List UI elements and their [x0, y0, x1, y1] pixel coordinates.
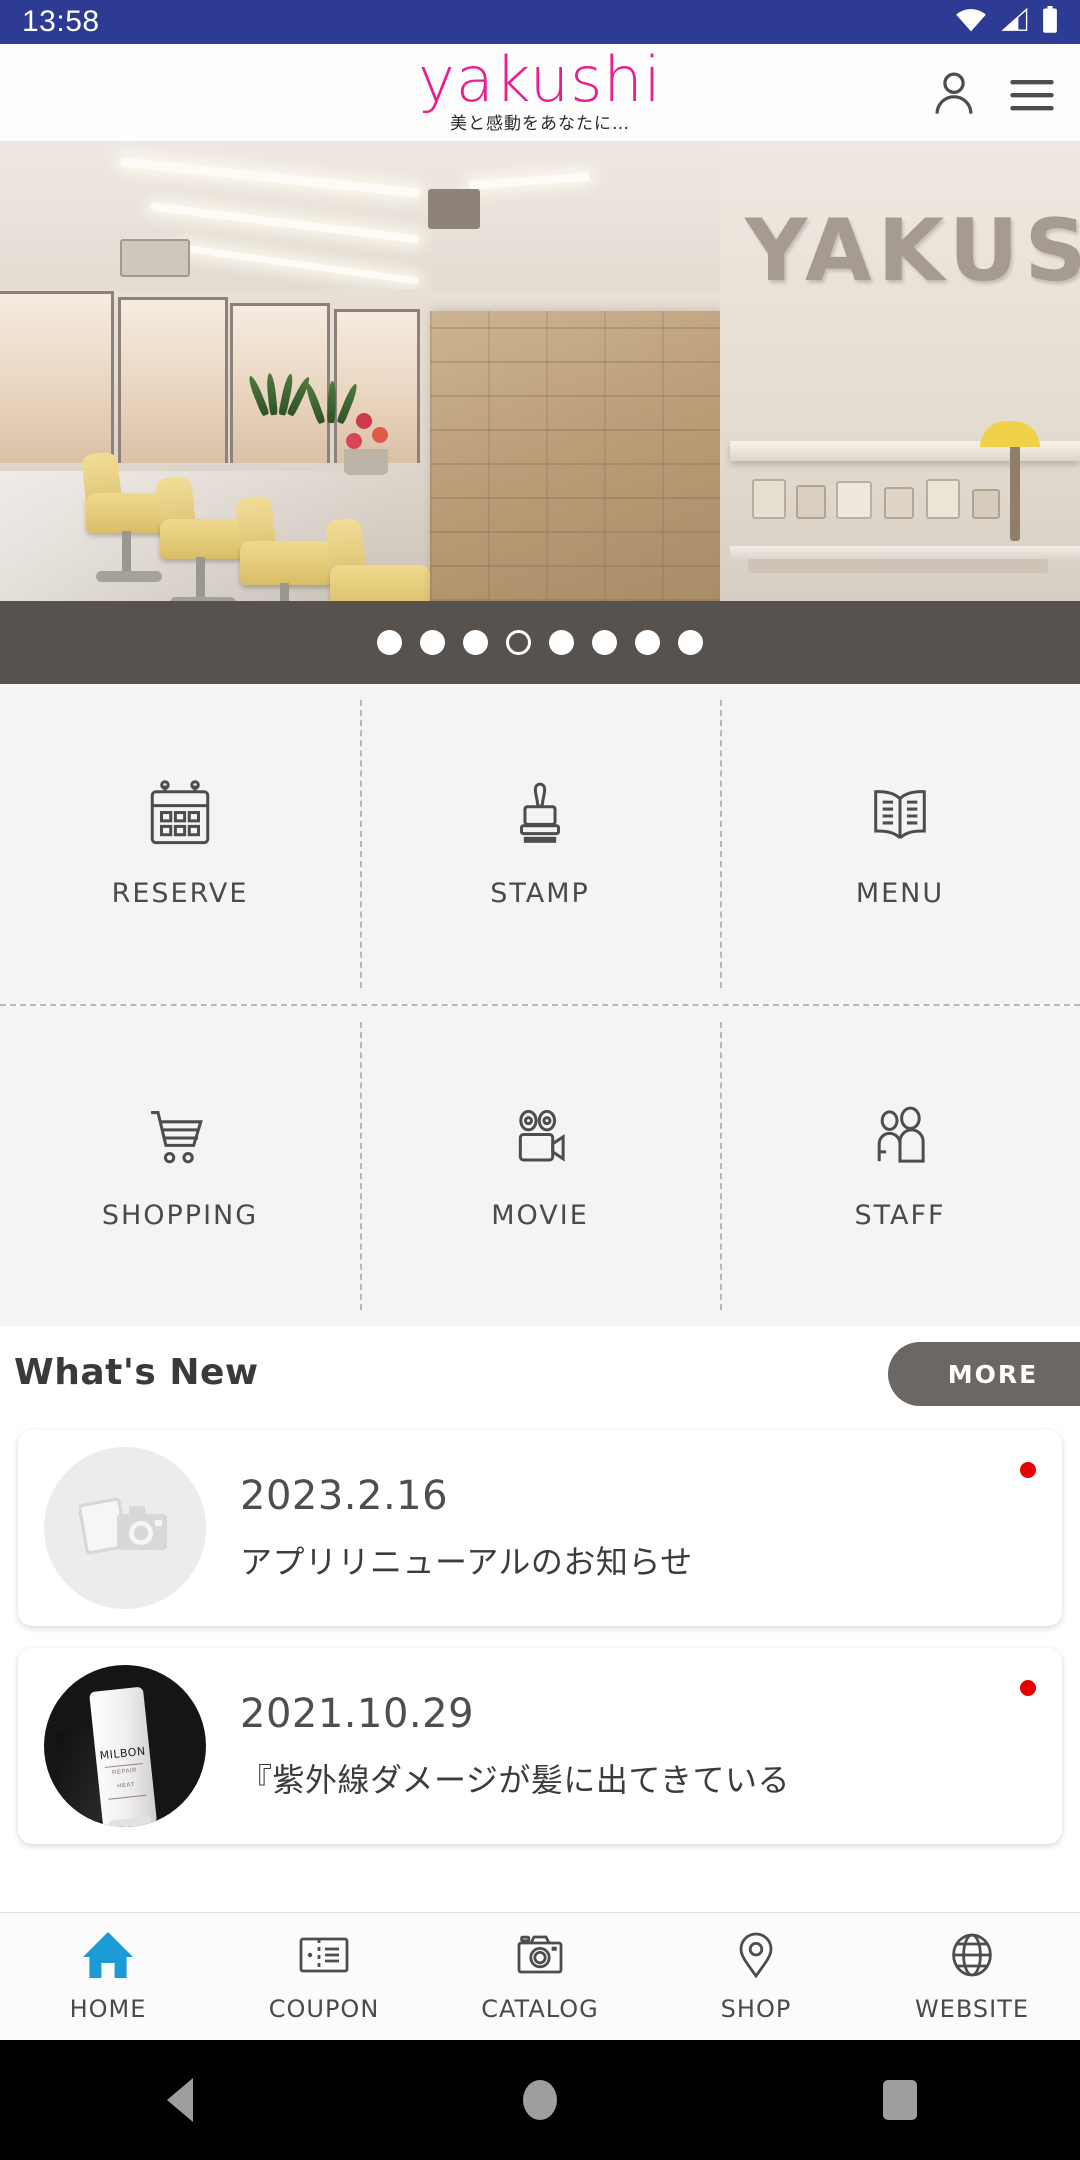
- wifi-icon: [954, 7, 988, 38]
- grid-item-staff[interactable]: STAFF: [720, 1006, 1080, 1326]
- battery-icon: [1042, 5, 1058, 39]
- video-camera-icon: [503, 1101, 577, 1180]
- news-unread-badge: [1020, 1680, 1036, 1696]
- camera-icon: [512, 1930, 568, 1985]
- status-bar-time: 13:58: [22, 5, 100, 38]
- nav-item-shop[interactable]: SHOP: [648, 1930, 864, 2023]
- news-thumbnail: [44, 1447, 206, 1609]
- grid-item-label: STAFF: [854, 1200, 946, 1231]
- nav-item-label: HOME: [69, 1995, 147, 2023]
- logo-text: yakushi: [418, 42, 662, 116]
- grid-item-reserve[interactable]: RESERVE: [0, 684, 360, 1004]
- shopping-cart-icon: [143, 1101, 217, 1180]
- news-more-button[interactable]: MORE: [888, 1342, 1080, 1406]
- quick-menu-grid-row-1: RESERVE STAMP MENU: [0, 684, 1080, 1004]
- grid-item-label: STAMP: [490, 878, 590, 909]
- carousel-dot[interactable]: [463, 630, 488, 655]
- hero-carousel-image[interactable]: YAKUSH: [0, 141, 1080, 601]
- logo-tagline: 美と感動をあなたに…: [450, 114, 630, 135]
- nav-item-website[interactable]: WEBSITE: [864, 1930, 1080, 2023]
- news-text: アプリリニューアルのお知らせ: [240, 1543, 693, 1581]
- globe-icon: [944, 1930, 1000, 1985]
- news-list-item[interactable]: MILBON REPAIR HEAT 2021.10.29 『紫外線ダメージが髪…: [18, 1648, 1062, 1844]
- quick-menu-grid-row-2: SHOPPING MOVIE STAFF: [0, 1006, 1080, 1326]
- news-header: What's New MORE: [0, 1326, 1080, 1418]
- carousel-dot[interactable]: [377, 630, 402, 655]
- open-book-icon: [863, 779, 937, 858]
- app-header: yakushi 美と感動をあなたに…: [0, 44, 1080, 141]
- carousel-dot[interactable]: [678, 630, 703, 655]
- nav-item-label: WEBSITE: [914, 1995, 1030, 2023]
- grid-item-label: SHOPPING: [101, 1200, 259, 1231]
- salon-sign-text: YAKUSH: [745, 201, 1080, 301]
- photo-placeholder-icon: [78, 1490, 171, 1567]
- bottom-navigation-bar: HOME COUPON CATALOG SHOP WEBSITE: [0, 1912, 1080, 2040]
- news-thumbnail: MILBON REPAIR HEAT: [44, 1665, 206, 1827]
- news-text: 『紫外線ダメージが髪に出てきている: [240, 1761, 790, 1799]
- home-circle-icon[interactable]: [523, 2080, 557, 2120]
- news-section-title: What's New: [14, 1351, 259, 1393]
- carousel-dot-active[interactable]: [506, 630, 531, 655]
- coupon-icon: [296, 1930, 352, 1985]
- grid-item-label: MOVIE: [491, 1200, 589, 1231]
- nav-item-home[interactable]: HOME: [0, 1930, 216, 2023]
- grid-item-label: RESERVE: [111, 878, 249, 909]
- nav-item-label: SHOP: [720, 1995, 792, 2023]
- calendar-icon: [143, 779, 217, 858]
- android-system-nav: [0, 2040, 1080, 2160]
- salon-interior-photo: YAKUSH: [0, 141, 1080, 601]
- home-icon: [80, 1930, 136, 1985]
- back-triangle-icon[interactable]: [167, 2078, 193, 2122]
- app-logo: yakushi 美と感動をあなたに…: [0, 44, 1080, 141]
- carousel-dots[interactable]: [0, 601, 1080, 684]
- status-bar-icons: [954, 5, 1058, 39]
- nav-item-label: CATALOG: [481, 1995, 599, 2023]
- nav-item-coupon[interactable]: COUPON: [216, 1930, 432, 2023]
- grid-item-shopping[interactable]: SHOPPING: [0, 1006, 360, 1326]
- person-icon[interactable]: [928, 67, 980, 119]
- news-date: 2021.10.29: [240, 1691, 475, 1737]
- news-date: 2023.2.16: [240, 1473, 449, 1519]
- recents-square-icon[interactable]: [883, 2080, 917, 2120]
- stamp-icon: [503, 779, 577, 858]
- news-section: What's New MORE 2023.2.16 アプリリニューアルのお知らせ: [0, 1326, 1080, 1844]
- grid-item-menu[interactable]: MENU: [720, 684, 1080, 1004]
- news-unread-badge: [1020, 1462, 1036, 1478]
- carousel-dot[interactable]: [549, 630, 574, 655]
- map-pin-icon: [728, 1930, 784, 1985]
- news-list-item[interactable]: 2023.2.16 アプリリニューアルのお知らせ: [18, 1430, 1062, 1626]
- signal-icon: [1000, 7, 1030, 38]
- header-actions: [928, 67, 1058, 119]
- nav-item-catalog[interactable]: CATALOG: [432, 1930, 648, 2023]
- grid-item-label: MENU: [855, 878, 945, 909]
- status-bar: 13:58: [0, 0, 1080, 44]
- carousel-dot[interactable]: [592, 630, 617, 655]
- grid-item-movie[interactable]: MOVIE: [360, 1006, 720, 1326]
- hamburger-menu-icon[interactable]: [1006, 67, 1058, 119]
- carousel-dot[interactable]: [420, 630, 445, 655]
- news-content: 2023.2.16 アプリリニューアルのお知らせ: [240, 1473, 693, 1583]
- grid-item-stamp[interactable]: STAMP: [360, 684, 720, 1004]
- carousel-dot[interactable]: [635, 630, 660, 655]
- nav-item-label: COUPON: [268, 1995, 380, 2023]
- news-content: 2021.10.29 『紫外線ダメージが髪に出てきている: [240, 1691, 790, 1801]
- people-icon: [863, 1101, 937, 1180]
